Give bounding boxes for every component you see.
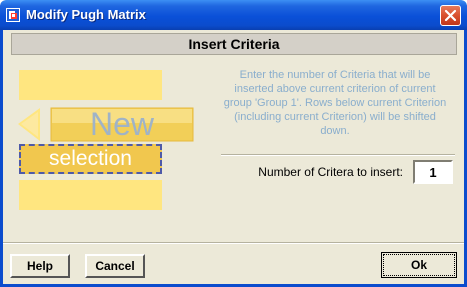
- help-button[interactable]: Help: [10, 254, 70, 278]
- criteria-block-below: [19, 180, 162, 210]
- section-header: Insert Criteria: [11, 33, 457, 55]
- criteria-count-label: Number of Critera to insert:: [258, 165, 403, 179]
- ok-button[interactable]: Ok: [381, 252, 457, 278]
- criteria-block-above: [19, 70, 162, 100]
- footer-divider: [3, 242, 464, 244]
- instruction-text: Enter the number of Criteria that will b…: [223, 69, 447, 137]
- dialog-window: Modify Pugh Matrix Insert Criteria New s…: [0, 0, 467, 287]
- new-label: New: [89, 106, 154, 142]
- criteria-count-input[interactable]: [413, 160, 453, 184]
- cancel-button[interactable]: Cancel: [85, 254, 145, 278]
- close-button[interactable]: [440, 5, 461, 26]
- divider: [221, 154, 455, 156]
- window-title: Modify Pugh Matrix: [26, 7, 146, 22]
- close-icon: [444, 9, 457, 22]
- ok-button-label: Ok: [383, 254, 455, 276]
- dialog-body: Insert Criteria New selection Enter the …: [3, 30, 464, 284]
- title-bar[interactable]: Modify Pugh Matrix: [0, 0, 467, 30]
- selection-block: selection: [19, 144, 162, 174]
- pugh-matrix-app-icon: [6, 8, 20, 22]
